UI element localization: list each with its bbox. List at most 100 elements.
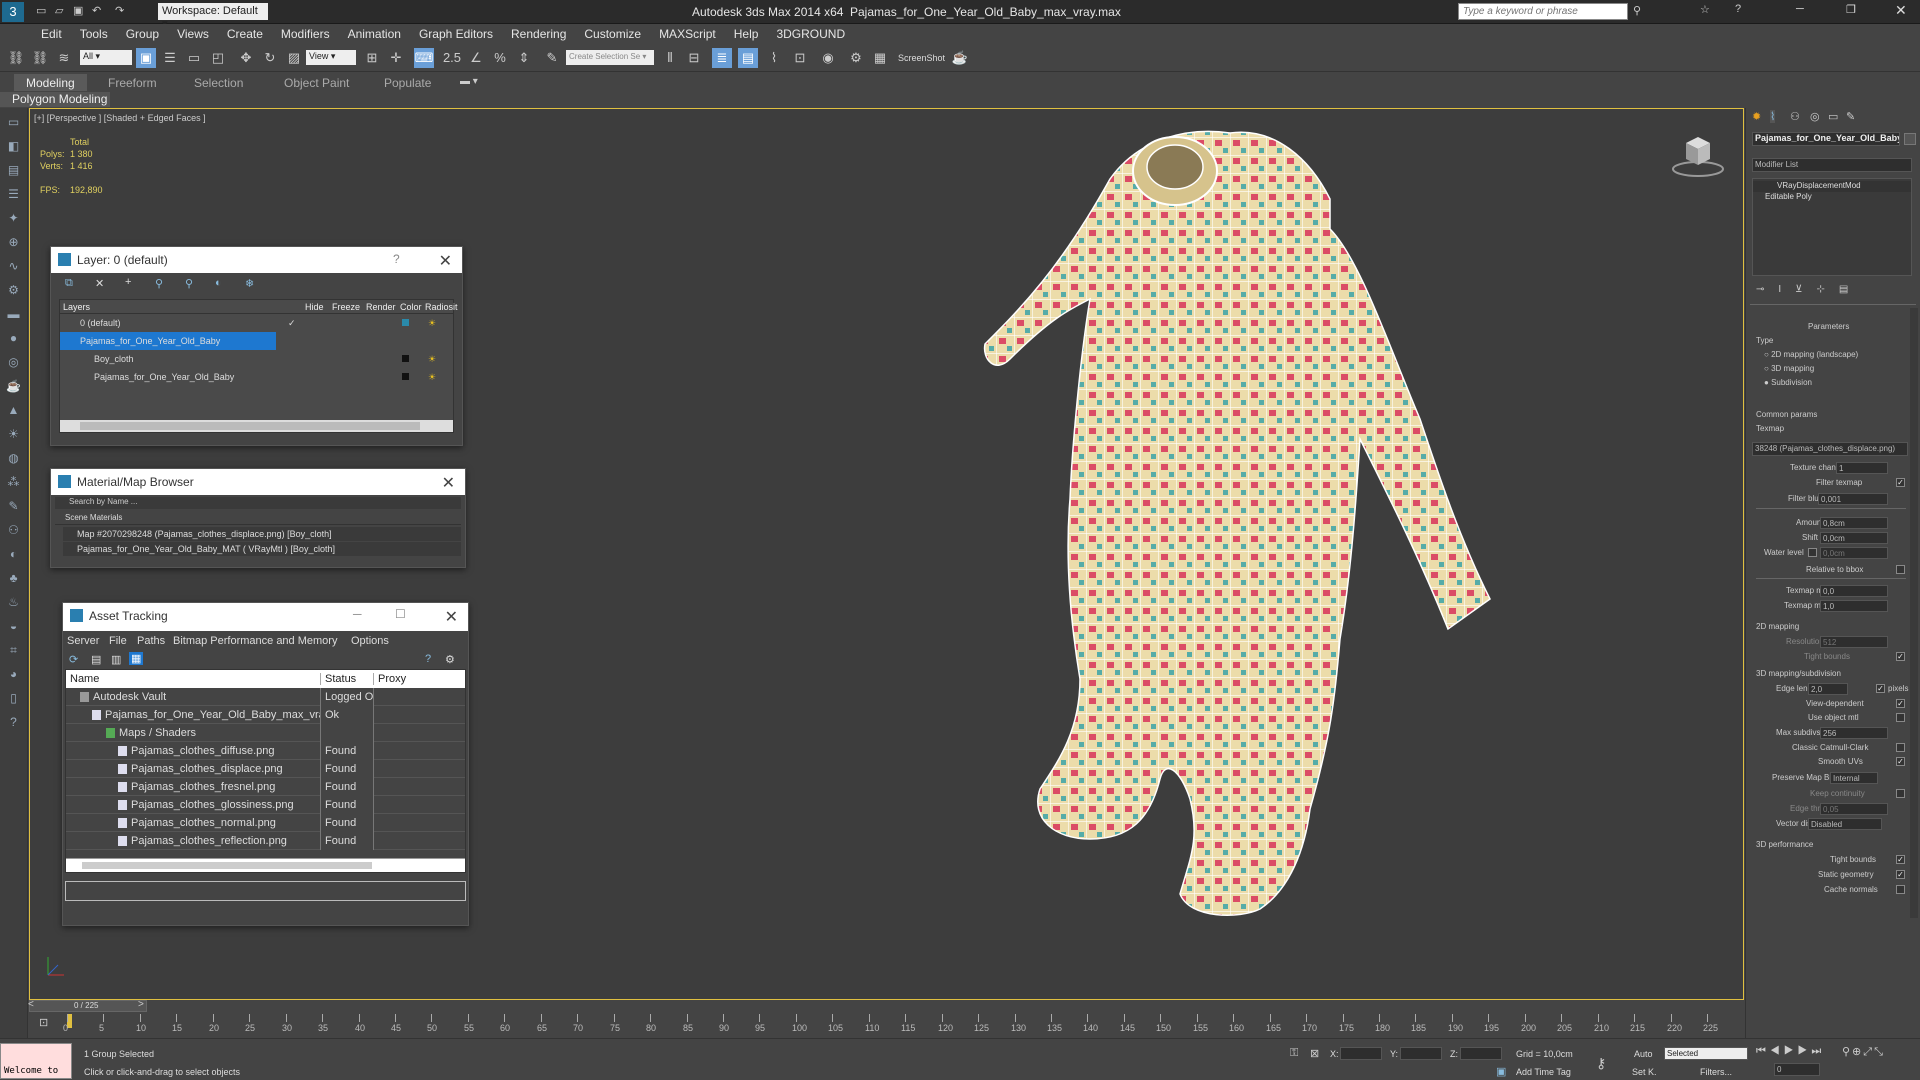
polygon-modeling-panel[interactable]: Polygon Modeling	[0, 92, 110, 107]
sphere-icon[interactable]: ●	[4, 328, 24, 348]
spacewarp-icon[interactable]: ∿	[4, 256, 24, 276]
col-status[interactable]: Status	[320, 673, 356, 685]
asset-row[interactable]: Pajamas_for_One_Year_Old_Baby_max_vray.m…	[66, 706, 465, 724]
command-panel-scrollbar[interactable]	[1910, 308, 1918, 918]
menu-edit[interactable]: Edit	[32, 24, 71, 41]
close-icon[interactable]: ✕	[442, 473, 455, 493]
torus-icon[interactable]: ◎	[4, 352, 24, 372]
grid-view-icon[interactable]: ▦	[129, 652, 144, 665]
time-tag-icon[interactable]: ▣	[1496, 1065, 1506, 1078]
texture-chan-input[interactable]: 1	[1836, 462, 1888, 474]
rendered-frame-icon[interactable]: ▦	[870, 48, 890, 68]
object-name-field[interactable]: Pajamas_for_One_Year_Old_Baby	[1752, 132, 1900, 146]
ribbon-options-icon[interactable]: ▬ ▾	[460, 76, 478, 87]
align-icon[interactable]: ⊟	[684, 48, 704, 68]
filter-blur-input[interactable]: 0,001	[1818, 493, 1888, 505]
color-swatch[interactable]	[402, 373, 409, 380]
tight-bounds-2d-checkbox[interactable]: ✓	[1896, 652, 1905, 661]
systems-icon[interactable]: ⚙	[4, 280, 24, 300]
menu-create[interactable]: Create	[218, 24, 272, 41]
asset-row[interactable]: Pajamas_clothes_reflection.png Found	[66, 832, 465, 850]
perf-tight-bounds-checkbox[interactable]: ✓	[1896, 855, 1905, 864]
playback-controls[interactable]: ⏮◀▶▶⏭	[1756, 1045, 1825, 1058]
amount-input[interactable]: 0,8cm	[1820, 517, 1888, 529]
use-object-mtl-checkbox[interactable]	[1896, 713, 1905, 722]
tab-selection[interactable]: Selection	[182, 74, 255, 91]
sun-icon[interactable]: ☀	[4, 424, 24, 444]
max-subdivs-input[interactable]: 256	[1820, 727, 1888, 739]
layer-help-button[interactable]: ?	[393, 252, 400, 266]
layer-manager-icon[interactable]: ≣	[712, 48, 732, 68]
asset-row[interactable]: Autodesk Vault Logged O...	[66, 688, 465, 706]
menu-maxscript[interactable]: MAXScript	[650, 24, 725, 41]
viewcube-icon[interactable]	[1670, 131, 1726, 181]
col-freeze[interactable]: Freeze	[332, 302, 360, 312]
menu-graph-editors[interactable]: Graph Editors	[410, 24, 502, 41]
track-bar-icon[interactable]: ⊡	[39, 1016, 48, 1029]
unlink-icon[interactable]: ⛓	[30, 48, 50, 68]
bind-space-warp-icon[interactable]: ≋	[54, 48, 74, 68]
mirror-icon[interactable]: ⫴	[660, 48, 680, 68]
list-icon[interactable]: ☰	[4, 184, 24, 204]
water-icon[interactable]: ◒	[4, 616, 24, 636]
pajamas-model[interactable]	[960, 119, 1580, 999]
cache-normals-checkbox[interactable]	[1896, 885, 1905, 894]
water-level-input[interactable]: 0,0cm	[1820, 547, 1888, 559]
col-hide[interactable]: Hide	[305, 302, 324, 312]
shift-input[interactable]: 0,0cm	[1820, 532, 1888, 544]
asset-menu-server[interactable]: Server	[67, 635, 99, 647]
resolution-input[interactable]: 512	[1820, 636, 1888, 648]
asset-menu-file[interactable]: File	[109, 635, 127, 647]
open-file-icon[interactable]: ▱	[55, 4, 63, 17]
asset-row[interactable]: Pajamas_clothes_displace.png Found	[66, 760, 465, 778]
view-dependent-checkbox[interactable]: ✓	[1896, 699, 1905, 708]
layer-select-icon[interactable]: ⚲	[155, 277, 163, 290]
set-key-button[interactable]: Set K.	[1632, 1067, 1657, 1077]
motion-tab-icon[interactable]: ◎	[1810, 110, 1820, 123]
layer-hide-icon[interactable]: ◐	[215, 277, 222, 289]
display-tab-icon[interactable]: ▭	[1828, 110, 1838, 123]
close-button[interactable]: ✕	[1895, 2, 1907, 19]
blue-sphere-icon[interactable]: ◕	[4, 664, 24, 684]
layer-row[interactable]: Pajamas_for_One_Year_Old_Baby ☀	[60, 368, 453, 386]
link-icon[interactable]: ⛓	[6, 48, 26, 68]
info-icon[interactable]: ?	[4, 712, 24, 732]
star-icon[interactable]: ☆	[1700, 3, 1710, 16]
catmull-checkbox[interactable]	[1896, 743, 1905, 752]
layer-new-icon[interactable]: ⧉	[65, 277, 73, 290]
layer-row[interactable]: 0 (default) ✓ ☀	[60, 314, 453, 332]
close-icon[interactable]: ✕	[445, 607, 458, 627]
asset-row[interactable]: Pajamas_clothes_fresnel.png Found	[66, 778, 465, 796]
key-mode-dropdown[interactable]: Selected	[1664, 1047, 1748, 1060]
named-selection-dropdown[interactable]: Create Selection Se ▾	[566, 50, 654, 65]
teapot-render-icon[interactable]: ☕	[950, 48, 970, 68]
filter-texmap-checkbox[interactable]: ✓	[1896, 478, 1905, 487]
material-item[interactable]: Map #2070298248 (Pajamas_clothes_displac…	[63, 527, 461, 541]
keep-continuity-checkbox[interactable]	[1896, 789, 1905, 798]
add-time-tag[interactable]: Add Time Tag	[1516, 1067, 1571, 1077]
paint-icon[interactable]: ✎	[4, 496, 24, 516]
key-icon[interactable]: ⚷	[1596, 1055, 1606, 1072]
next-frame-icon[interactable]: >	[138, 999, 144, 1010]
parameters-header[interactable]: Parameters	[1808, 322, 1849, 331]
menu-3dground[interactable]: 3DGROUND	[767, 24, 854, 41]
select-manipulate-icon[interactable]: ✛	[386, 48, 406, 68]
list-view-icon[interactable]: ▤	[91, 653, 101, 666]
static-geometry-checkbox[interactable]: ✓	[1896, 870, 1905, 879]
current-frame-input[interactable]: 0	[1774, 1063, 1820, 1076]
material-search-field[interactable]: Search by Name ...	[55, 497, 461, 509]
cloth-icon[interactable]: ♨	[4, 592, 24, 612]
tab-freeform[interactable]: Freeform	[96, 74, 169, 91]
undo-icon[interactable]: ↶	[92, 4, 101, 17]
spinner-snap-icon[interactable]: ⇕	[514, 48, 534, 68]
settings-icon[interactable]: ⚙	[445, 653, 455, 666]
cone-icon[interactable]: ▲	[4, 400, 24, 420]
screenshot-label[interactable]: ScreenShot	[898, 53, 945, 63]
modifier-stack-item[interactable]: Editable Poly	[1753, 192, 1911, 203]
rotate-icon[interactable]: ↻	[260, 48, 280, 68]
lock-icon[interactable]: ⚿	[1290, 1047, 1298, 1060]
move-icon[interactable]: ✥	[236, 48, 256, 68]
type-subdivision-radio[interactable]: ● Subdivision	[1764, 378, 1812, 387]
tab-populate[interactable]: Populate	[372, 74, 443, 91]
close-icon[interactable]: ✕	[439, 251, 452, 271]
